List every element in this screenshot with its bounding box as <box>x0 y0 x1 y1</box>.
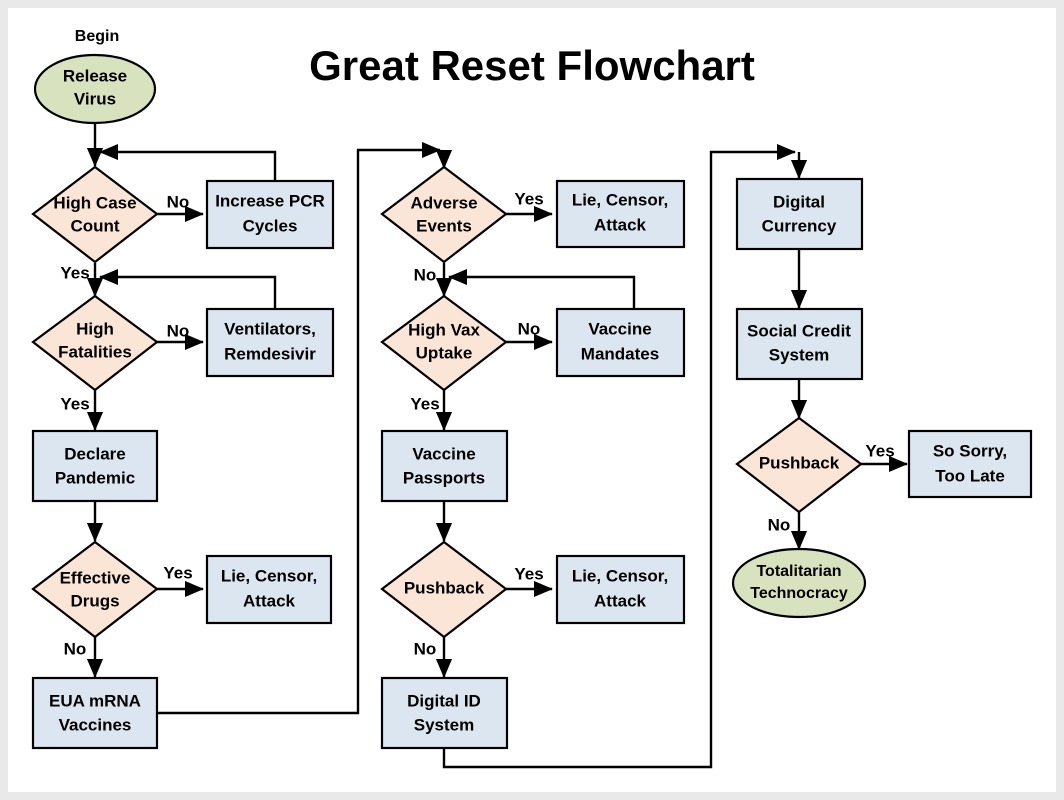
pushback-right-label-line1: Pushback <box>759 453 840 472</box>
totalitarian-label-line1: Totalitarian <box>756 563 841 580</box>
node-adverse-events[interactable]: Adverse Events <box>380 165 508 264</box>
edge-label-vaxuptake-no: No <box>518 319 541 338</box>
vaccine-mandates-label-line1: Vaccine <box>588 319 651 338</box>
begin-label: Begin <box>75 28 119 45</box>
totalitarian-label-line2: Technocracy <box>750 585 848 602</box>
pushback-mid-label-line1: Pushback <box>404 578 485 597</box>
effective-drugs-label-line2: Drugs <box>70 591 119 610</box>
node-increase-pcr-cycles[interactable]: Increase PCR Cycles <box>205 179 335 250</box>
high-case-count-shape[interactable] <box>31 165 159 264</box>
node-lie-censor-attack-2[interactable]: Lie, Censor, Attack <box>555 179 686 249</box>
node-digital-id-system[interactable]: Digital ID System <box>380 676 509 750</box>
node-high-vax-uptake[interactable]: High Vax Uptake <box>380 294 508 392</box>
lie-censor-attack-1-label-line1: Lie, Censor, <box>221 566 317 585</box>
flowchart-svg: Great Reset Flowchart Begin Release Viru… <box>31 28 1033 769</box>
effective-drugs-label-line1: Effective <box>60 568 131 587</box>
digital-currency-label-line2: Currency <box>762 216 837 235</box>
edge-label-highcase-no: No <box>167 192 190 211</box>
lie-censor-attack-1-label-line2: Attack <box>243 591 296 610</box>
social-credit-shape[interactable] <box>735 307 864 381</box>
ventilators-label-line1: Ventilators, <box>224 319 316 338</box>
adverse-events-label-line1: Adverse <box>410 193 477 212</box>
node-social-credit[interactable]: Social Credit System <box>735 307 864 381</box>
digital-currency-shape[interactable] <box>735 177 864 251</box>
totalitarian-technocracy-shape[interactable] <box>731 547 867 619</box>
so-sorry-too-late-label-line1: So Sorry, <box>933 441 1007 460</box>
node-so-sorry-too-late[interactable]: So Sorry, Too Late <box>907 429 1033 499</box>
node-digital-currency[interactable]: Digital Currency <box>735 177 864 251</box>
node-pushback-mid[interactable]: Pushback <box>380 540 508 639</box>
edge-label-adverse-yes: Yes <box>514 189 543 208</box>
edge-ventilators-loopback <box>99 268 277 309</box>
node-lie-censor-attack-1[interactable]: Lie, Censor, Attack <box>205 554 333 625</box>
node-effective-drugs[interactable]: Effective Drugs <box>31 540 159 639</box>
lie-censor-attack-3-label-line1: Lie, Censor, <box>572 566 668 585</box>
node-vaccine-mandates[interactable]: Vaccine Mandates <box>555 307 686 378</box>
lie-censor-attack-2-label-line2: Attack <box>594 215 647 234</box>
edge-label-pushbackright-yes: Yes <box>865 441 894 460</box>
declare-pandemic-shape[interactable] <box>31 429 159 503</box>
node-totalitarian-technocracy[interactable]: Totalitarian Technocracy <box>731 547 867 619</box>
edge-label-highcase-yes: Yes <box>60 263 89 282</box>
edge-pcr-loopback <box>99 143 277 181</box>
declare-pandemic-label-line2: Pandemic <box>55 468 135 487</box>
eua-mrna-vaccines-label-line2: Vaccines <box>59 715 132 734</box>
edge-label-fatalities-no: No <box>167 321 190 340</box>
edge-label-fatalities-yes: Yes <box>60 394 89 413</box>
edge-mandates-loopback <box>448 268 636 309</box>
edge-label-drugs-no: No <box>64 639 87 658</box>
lie-censor-attack-2-label-line1: Lie, Censor, <box>572 190 668 209</box>
adverse-events-label-line2: Events <box>416 216 472 235</box>
release-virus-label-line1: Release <box>63 66 127 85</box>
vaccine-passports-label-line2: Passports <box>403 468 485 487</box>
effective-drugs-shape[interactable] <box>31 540 159 639</box>
node-high-fatalities[interactable]: High Fatalities <box>31 294 159 392</box>
digital-id-system-label-line1: Digital ID <box>407 691 481 710</box>
flowchart-canvas: Great Reset Flowchart Begin Release Viru… <box>0 0 1064 800</box>
vaccine-passports-shape[interactable] <box>380 429 509 503</box>
vaccine-mandates-label-line2: Mandates <box>581 344 659 363</box>
high-fatalities-label-line1: High <box>76 319 114 338</box>
increase-pcr-cycles-label-line2: Cycles <box>243 216 298 235</box>
vaccine-passports-label-line1: Vaccine <box>412 444 475 463</box>
increase-pcr-cycles-label-line1: Increase PCR <box>215 191 325 210</box>
node-high-case-count[interactable]: High Case Count <box>31 165 159 264</box>
declare-pandemic-label-line1: Declare <box>64 444 125 463</box>
node-eua-mrna-vaccines[interactable]: EUA mRNA Vaccines <box>31 676 159 750</box>
high-vax-uptake-label-line2: Uptake <box>416 343 473 362</box>
edge-label-vaxuptake-yes: Yes <box>410 394 439 413</box>
high-fatalities-label-line2: Fatalities <box>58 342 132 361</box>
eua-mrna-vaccines-label-line1: EUA mRNA <box>49 691 141 710</box>
edge-label-pushbackmid-no: No <box>414 639 437 658</box>
digital-currency-label-line1: Digital <box>773 192 825 211</box>
edge-label-pushbackmid-yes: Yes <box>514 564 543 583</box>
release-virus-label-line2: Virus <box>74 89 116 108</box>
high-case-count-label-line1: High Case <box>53 193 136 212</box>
page-title: Great Reset Flowchart <box>309 42 755 89</box>
node-pushback-right[interactable]: Pushback <box>735 416 863 514</box>
digital-id-system-label-line2: System <box>414 715 474 734</box>
so-sorry-too-late-label-line2: Too Late <box>935 466 1005 485</box>
ventilators-label-line2: Remdesivir <box>224 344 316 363</box>
edge-label-adverse-no: No <box>414 265 437 284</box>
high-case-count-label-line2: Count <box>70 216 119 235</box>
eua-mrna-vaccines-shape[interactable] <box>31 676 159 750</box>
adverse-events-shape[interactable] <box>380 165 508 264</box>
node-declare-pandemic[interactable]: Declare Pandemic <box>31 429 159 503</box>
edge-label-pushbackright-no: No <box>768 515 791 534</box>
node-lie-censor-attack-3[interactable]: Lie, Censor, Attack <box>555 554 686 625</box>
digital-id-system-shape[interactable] <box>380 676 509 750</box>
social-credit-label-line2: System <box>769 345 829 364</box>
node-ventilators[interactable]: Ventilators, Remdesivir <box>205 307 335 378</box>
node-release-virus[interactable]: Release Virus <box>33 53 157 125</box>
social-credit-label-line1: Social Credit <box>747 321 851 340</box>
node-vaccine-passports[interactable]: Vaccine Passports <box>380 429 509 503</box>
lie-censor-attack-3-label-line2: Attack <box>594 591 647 610</box>
high-vax-uptake-label-line1: High Vax <box>408 320 480 339</box>
edge-label-drugs-yes: Yes <box>163 563 192 582</box>
